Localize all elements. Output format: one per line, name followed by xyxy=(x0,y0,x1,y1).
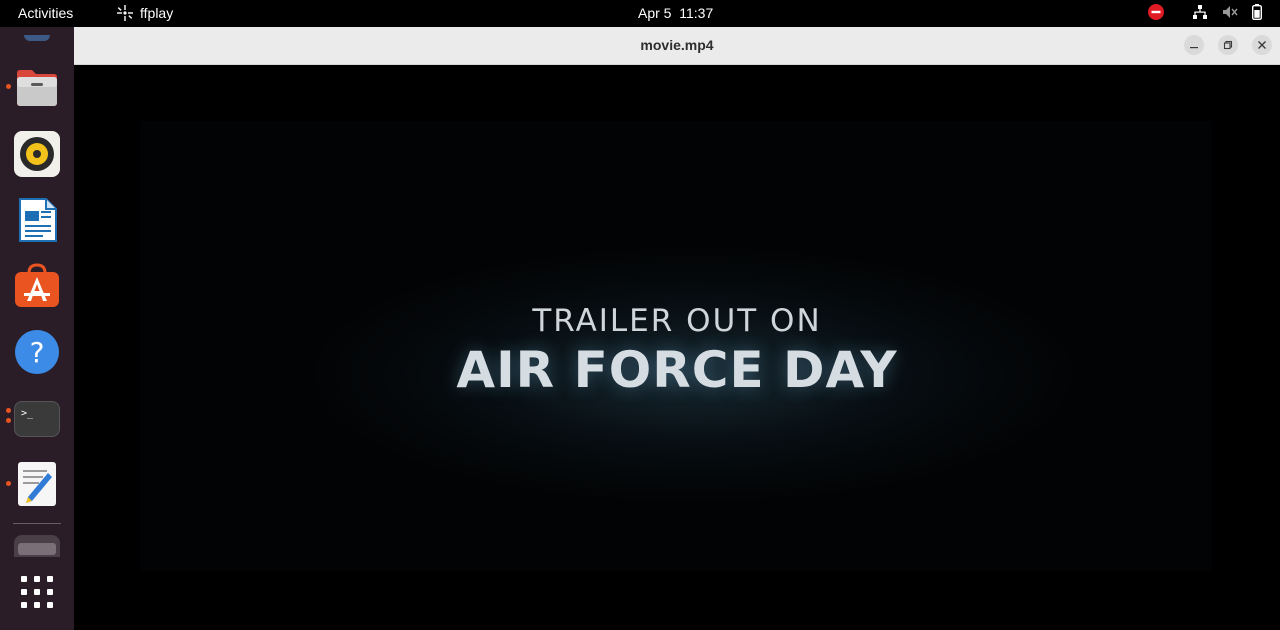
app-menu-label: ffplay xyxy=(140,5,174,21)
svg-text:?: ? xyxy=(30,336,45,369)
show-apps-button[interactable] xyxy=(14,569,60,615)
dock-separator xyxy=(13,523,61,524)
clock[interactable]: Apr 5 11:37 xyxy=(638,5,713,21)
dock-item-app-center[interactable] xyxy=(14,263,60,309)
dock-item-text-editor[interactable] xyxy=(14,461,60,507)
dock-item-drive[interactable] xyxy=(14,535,60,557)
dock-item-rhythmbox[interactable] xyxy=(14,131,60,177)
network-wired-icon[interactable] xyxy=(1192,4,1208,20)
close-button[interactable] xyxy=(1252,35,1272,55)
dock-item-files[interactable] xyxy=(14,65,60,111)
ffplay-app-icon xyxy=(117,5,133,21)
running-indicator xyxy=(6,408,11,413)
volume-muted-icon[interactable] xyxy=(1222,4,1238,20)
maximize-button[interactable] xyxy=(1218,35,1238,55)
video-canvas[interactable]: TRAILER OUT ON AIR FORCE DAY xyxy=(74,65,1280,630)
ffplay-window: movie.mp4 TRAILER OUT ON AIR FORCE DAY xyxy=(74,27,1280,630)
text-editor-icon xyxy=(18,462,56,506)
files-icon xyxy=(17,70,57,106)
writer-icon xyxy=(19,198,57,242)
rhythmbox-icon xyxy=(20,137,54,171)
top-bar: Activities ffplay Apr 5 11:37 xyxy=(0,0,1280,27)
restore-icon xyxy=(1223,40,1233,50)
dock: ? >_ xyxy=(0,27,74,630)
dock-item-writer[interactable] xyxy=(14,197,60,243)
dock-item-help[interactable]: ? xyxy=(14,329,60,375)
app-center-icon xyxy=(15,263,59,307)
drive-icon xyxy=(18,543,56,555)
dock-item-terminal[interactable]: >_ xyxy=(14,401,60,437)
minimize-button[interactable] xyxy=(1184,35,1204,55)
window-title: movie.mp4 xyxy=(640,37,714,53)
do-not-disturb-icon[interactable] xyxy=(1148,4,1164,20)
running-indicator xyxy=(6,84,11,89)
svg-text:>_: >_ xyxy=(21,408,34,419)
app-menu[interactable]: ffplay xyxy=(116,4,173,22)
help-icon: ? xyxy=(15,330,59,374)
close-icon xyxy=(1258,41,1266,49)
video-caption-line2: AIR FORCE DAY xyxy=(456,341,898,399)
activities-button[interactable]: Activities xyxy=(18,5,73,21)
system-tray[interactable] xyxy=(1148,4,1262,20)
app-grid-icon xyxy=(21,576,53,608)
running-indicator xyxy=(6,481,11,486)
window-titlebar[interactable]: movie.mp4 xyxy=(74,27,1280,65)
terminal-icon: >_ xyxy=(21,408,34,419)
minimize-icon xyxy=(1190,47,1198,49)
battery-icon[interactable] xyxy=(1252,4,1262,20)
dock-scrolled-item[interactable] xyxy=(24,35,50,41)
video-caption-line1: TRAILER OUT ON xyxy=(532,303,822,339)
running-indicator xyxy=(6,418,11,423)
